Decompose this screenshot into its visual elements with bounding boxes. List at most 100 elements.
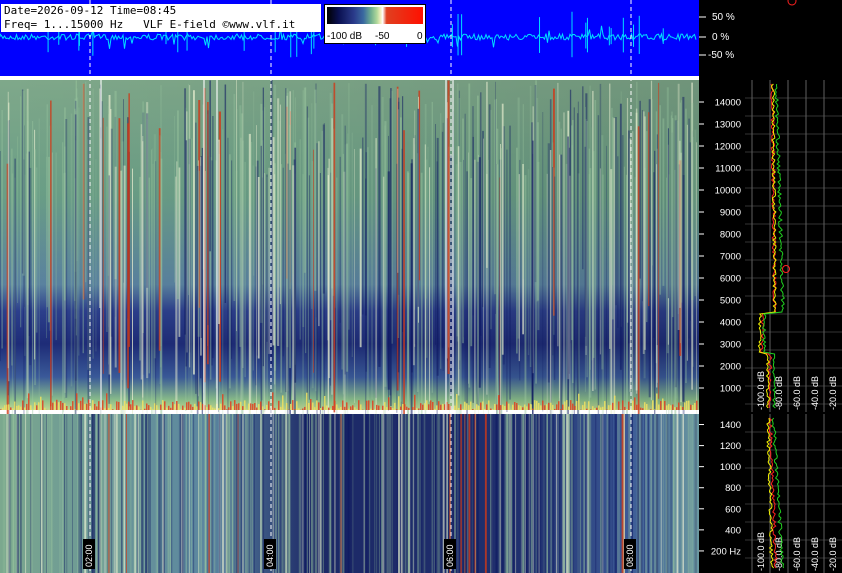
spectrogram-streak xyxy=(177,110,179,300)
spectrogram-streak xyxy=(308,175,310,400)
sferics-burst xyxy=(428,404,430,410)
sferics-burst xyxy=(92,400,94,410)
sferics-burst xyxy=(576,401,578,410)
sferics-burst xyxy=(96,406,98,410)
sferics-burst xyxy=(430,400,432,410)
sferics-burst xyxy=(226,409,228,410)
spectrogram-streak xyxy=(339,414,341,573)
spectrogram-streak xyxy=(149,414,151,573)
spectrogram-streak xyxy=(322,414,324,573)
spectrogram-streak xyxy=(160,414,162,573)
spectrogram-streak xyxy=(289,124,291,369)
spectrogram-streak xyxy=(207,110,209,326)
spectrogram-streak xyxy=(635,108,638,394)
sferics-burst xyxy=(332,405,334,410)
sferics-burst xyxy=(664,401,666,410)
frequency-tick-label: 3000 xyxy=(720,340,741,351)
spectrogram-streak xyxy=(0,151,1,362)
sferics-burst xyxy=(124,401,126,410)
sferics-burst xyxy=(486,404,488,410)
spectrogram-streak xyxy=(391,91,393,344)
spectrogram-streak xyxy=(496,164,499,417)
sferics-burst xyxy=(460,404,462,410)
sferics-burst xyxy=(248,403,250,410)
spectrogram-streak xyxy=(552,414,555,573)
spectrum-axis-label: -40.0 dB xyxy=(810,376,820,410)
spectrogram-streak xyxy=(245,414,248,573)
spectrogram-streak xyxy=(347,133,349,427)
spectrogram-streak xyxy=(188,83,189,296)
spectrogram-streak xyxy=(157,414,158,573)
spectrogram-streak xyxy=(583,414,585,573)
spectrum-axis-label: -40.0 dB xyxy=(810,537,820,571)
spectrogram-streak xyxy=(6,414,8,573)
sferics-burst xyxy=(426,400,428,410)
sferics-burst xyxy=(276,409,278,410)
spectrogram-streak xyxy=(49,414,50,573)
sferics-burst xyxy=(244,400,246,410)
spectrogram-streak xyxy=(696,142,697,420)
sferics-burst xyxy=(480,402,482,410)
sferics-burst xyxy=(16,406,18,410)
waveform-label-zero: 0 % xyxy=(712,32,729,43)
spectrogram-streak xyxy=(622,135,624,439)
spectrogram-streak xyxy=(40,414,43,573)
spectrogram-streak xyxy=(85,81,87,283)
spectrogram-streak xyxy=(47,156,50,323)
sferics-burst xyxy=(240,401,242,410)
spectrogram-streak xyxy=(577,414,579,573)
spectrogram-streak xyxy=(260,145,262,440)
sferics-burst xyxy=(98,401,100,410)
sferics-burst xyxy=(324,396,326,410)
sferics-burst xyxy=(50,400,52,410)
spectrogram-streak xyxy=(55,152,57,341)
spectrogram-streak xyxy=(567,136,569,423)
sferics-burst xyxy=(242,406,244,410)
spectrogram-streak xyxy=(26,105,29,421)
sferics-burst xyxy=(354,407,356,410)
spectrogram-streak xyxy=(665,414,667,573)
sferics-burst xyxy=(440,404,442,410)
sferics-burst xyxy=(368,400,370,410)
spectrogram-streak xyxy=(408,414,409,573)
sferics-burst xyxy=(340,407,342,410)
spectrogram-streak xyxy=(302,174,304,440)
spectrogram-streak xyxy=(14,414,17,573)
spectrogram-streak xyxy=(22,90,25,276)
spectrogram-streak xyxy=(659,105,661,295)
sferics-burst xyxy=(356,409,358,410)
colorbar-label-max: 0 xyxy=(417,31,423,42)
sferics-burst xyxy=(36,405,38,410)
sferics-burst xyxy=(516,403,518,410)
spectrogram-streak xyxy=(609,164,611,409)
sferics-burst xyxy=(436,405,438,410)
spectrogram-streak xyxy=(63,146,66,398)
spectrogram-streak xyxy=(2,414,4,573)
sferics-burst xyxy=(62,402,64,410)
spectrogram-streak xyxy=(631,152,633,392)
spectrogram-streak xyxy=(553,167,555,335)
sferics-burst xyxy=(680,405,682,410)
spectrogram-streak xyxy=(14,158,16,432)
sferics-burst xyxy=(314,407,316,410)
sferics-burst xyxy=(598,405,600,410)
sferics-burst xyxy=(618,401,620,410)
sferics-burst xyxy=(232,406,234,410)
spectrogram-streak xyxy=(615,414,617,573)
spectrogram-streak xyxy=(504,414,506,573)
sferics-burst xyxy=(666,405,668,410)
sferics-burst xyxy=(502,404,504,410)
spectrogram-streak xyxy=(524,414,526,573)
spectrogram-streak xyxy=(50,100,52,407)
spectrogram-streak xyxy=(568,414,570,573)
spectrogram-streak xyxy=(611,414,613,573)
spectrogram-streak xyxy=(397,88,399,273)
sferics-burst xyxy=(88,399,90,410)
spectrogram-streak xyxy=(363,414,365,573)
sferics-burst xyxy=(642,408,644,410)
sferics-burst xyxy=(372,400,374,410)
sferics-burst xyxy=(320,408,322,410)
colorbar: -100 dB -50 0 xyxy=(324,4,426,44)
spectrogram-streak xyxy=(654,414,656,573)
spectrogram-streak xyxy=(374,414,377,573)
